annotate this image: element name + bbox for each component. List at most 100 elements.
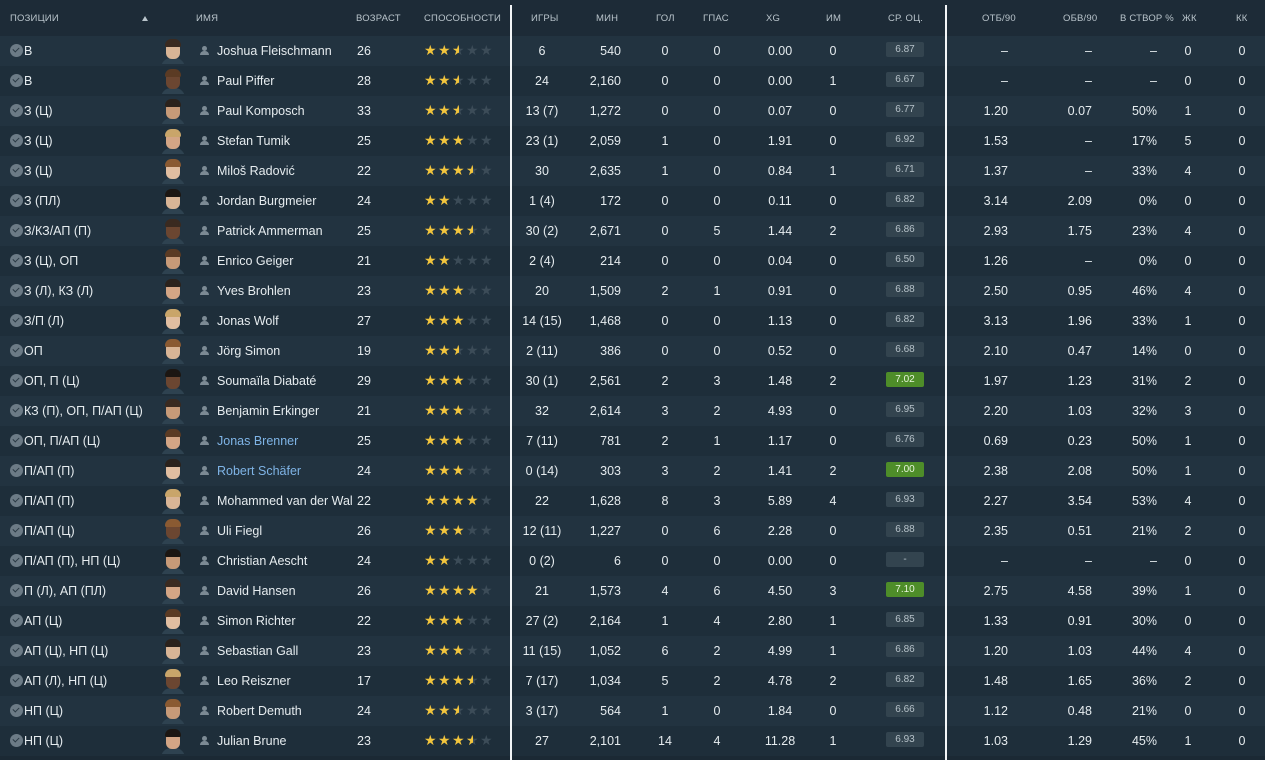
player-name[interactable]: Benjamin Erkinger xyxy=(217,404,353,418)
table-row[interactable]: З (Ц) Stefan Tumik 25 ★ ★ ★ ★ ★ 23 (1) 2,059 1 0 1.9… xyxy=(0,126,1265,156)
table-row[interactable]: З (Ц) Paul Komposch 33 ★ ★ ★ ★ ★ ★ 13 (7) 1,272 0 0 0… xyxy=(0,96,1265,126)
select-checkbox-icon[interactable] xyxy=(10,614,23,627)
table-row[interactable]: АП (Ц) Simon Richter 22 ★ ★ ★ ★ ★ 27 (2) 2,164 1 4 2… xyxy=(0,606,1265,636)
table-row[interactable]: З (Л), КЗ (Л) Yves Brohlen 23 ★ ★ ★ ★ ★ 20 1,509 2… xyxy=(0,276,1265,306)
table-row[interactable]: ОП, П (Ц) Soumaïla Diabaté 29 ★ ★ ★ ★ ★ 30 (1) 2,… xyxy=(0,366,1265,396)
player-name[interactable]: Jörg Simon xyxy=(217,344,353,358)
select-checkbox-icon[interactable] xyxy=(10,74,23,87)
select-checkbox-icon[interactable] xyxy=(10,644,23,657)
player-name[interactable]: Christian Aescht xyxy=(217,554,353,568)
table-row[interactable]: НП (Ц) Julian Brune 23 ★ ★ ★ ★ ★ ★ 27 2,101 14 4 11.2… xyxy=(0,726,1265,756)
select-checkbox-icon[interactable] xyxy=(10,464,23,477)
col-avg-rating-header[interactable]: СР. ОЦ. xyxy=(888,13,923,24)
on-target-cell: – xyxy=(1150,74,1157,88)
select-checkbox-icon[interactable] xyxy=(10,524,23,537)
player-name[interactable]: Robert Demuth xyxy=(217,704,353,718)
player-name[interactable]: Jonas Brenner xyxy=(217,434,353,448)
col-red-header[interactable]: КК xyxy=(1236,13,1247,24)
position-cell: В xyxy=(24,44,33,58)
table-row[interactable]: КЗ (П), ОП, П/АП (Ц) Benjamin Erkinger 21 ★… xyxy=(0,396,1265,426)
select-checkbox-icon[interactable] xyxy=(10,674,23,687)
star-icon: ★ xyxy=(480,462,493,478)
select-checkbox-icon[interactable] xyxy=(10,104,23,117)
table-row[interactable]: З (Ц) Miloš Radović 22 ★ ★ ★ ★ ★ ★ 30 2,635 1 0 0.84 1… xyxy=(0,156,1265,186)
col-goals-header[interactable]: ГОЛ xyxy=(656,13,675,24)
select-checkbox-icon[interactable] xyxy=(10,284,23,297)
player-name[interactable]: Jonas Wolf xyxy=(217,314,353,328)
table-row[interactable]: П/АП (Ц) Uli Fiegl 26 ★ ★ ★ ★ ★ 12 (11) 1,227 0 6 2.… xyxy=(0,516,1265,546)
col-assists-header[interactable]: ГПАС xyxy=(703,13,729,24)
select-checkbox-icon[interactable] xyxy=(10,164,23,177)
player-name[interactable]: Yves Brohlen xyxy=(217,284,353,298)
col-minutes-header[interactable]: МИН xyxy=(596,13,618,24)
table-row[interactable]: П/АП (П), НП (Ц) Christian Aescht 24 ★ ★ ★ ★ ★ 0… xyxy=(0,546,1265,576)
table-row[interactable]: З (Ц), ОП Enrico Geiger 21 ★ ★ ★ ★ ★ 2 (4) 214 0 0 0… xyxy=(0,246,1265,276)
table-row[interactable]: АП (Ц), НП (Ц) Sebastian Gall 23 ★ ★ ★ ★ ★ 11 (1… xyxy=(0,636,1265,666)
select-checkbox-icon[interactable] xyxy=(10,404,23,417)
table-row[interactable]: З/КЗ/АП (П) Patrick Ammerman 25 ★ ★ ★ ★ ★ ★ 30 (2… xyxy=(0,216,1265,246)
select-checkbox-icon[interactable] xyxy=(10,554,23,567)
table-row[interactable]: ОП, П/АП (Ц) Jonas Brenner 25 ★ ★ ★ ★ ★ 7 (11) 78… xyxy=(0,426,1265,456)
player-name[interactable]: Sebastian Gall xyxy=(217,644,353,658)
select-checkbox-icon[interactable] xyxy=(10,374,23,387)
table-row[interactable]: П/АП (П) Robert Schäfer 24 ★ ★ ★ ★ ★ 0 (14) 303 3 2… xyxy=(0,456,1265,486)
table-row[interactable]: З/П (Л) Jonas Wolf 27 ★ ★ ★ ★ ★ 14 (15) 1,468 0 0 1.… xyxy=(0,306,1265,336)
col-yellow-header[interactable]: ЖК xyxy=(1182,13,1197,24)
select-checkbox-icon[interactable] xyxy=(10,434,23,447)
select-checkbox-icon[interactable] xyxy=(10,494,23,507)
player-name[interactable]: Robert Schäfer xyxy=(217,464,353,478)
on-target-cell: 44% xyxy=(1131,644,1157,658)
table-row[interactable]: В Joshua Fleischmann 26 ★ ★ ★ ★ ★ ★ 6 540 0 0 0.00 0 6.… xyxy=(0,36,1265,66)
table-row[interactable]: НП (Ц) Robert Demuth 24 ★ ★ ★ ★ ★ ★ 3 (17) 564 1 0 1.… xyxy=(0,696,1265,726)
col-age-header[interactable]: ВОЗРАСТ xyxy=(356,13,401,24)
col-pom-header[interactable]: ИМ xyxy=(826,13,841,24)
player-name[interactable]: Simon Richter xyxy=(217,614,353,628)
player-name[interactable]: Paul Komposch xyxy=(217,104,353,118)
assists-cell: 0 xyxy=(713,554,721,568)
select-checkbox-icon[interactable] xyxy=(10,584,23,597)
tackles90-cell: 1.26 xyxy=(983,254,1008,268)
goals-cell: 6 xyxy=(661,644,669,658)
select-checkbox-icon[interactable] xyxy=(10,254,23,267)
select-checkbox-icon[interactable] xyxy=(10,734,23,747)
select-checkbox-icon[interactable] xyxy=(10,44,23,57)
col-tackles90-header[interactable]: ОТБ/90 xyxy=(982,13,1016,24)
player-name[interactable]: Stefan Tumik xyxy=(217,134,353,148)
select-checkbox-icon[interactable] xyxy=(10,134,23,147)
table-row[interactable]: З (ПЛ) Jordan Burgmeier 24 ★ ★ ★ ★ ★ 1 (4) 172 0 0 0… xyxy=(0,186,1265,216)
player-name[interactable]: Enrico Geiger xyxy=(217,254,353,268)
player-name[interactable]: Miloš Radović xyxy=(217,164,353,178)
table-row[interactable]: АП (Л), НП (Ц) Leo Reiszner 17 ★ ★ ★ ★ ★ ★ 7 (17)… xyxy=(0,666,1265,696)
col-name-header[interactable]: ИМЯ xyxy=(196,13,218,24)
table-row[interactable]: П/АП (П) Mohammed van der Wal 22 ★ ★ ★ ★ ★ 22 1,6… xyxy=(0,486,1265,516)
player-name[interactable]: Mohammed van der Wal xyxy=(217,494,353,508)
player-name[interactable]: Soumaïla Diabaté xyxy=(217,374,353,388)
player-name[interactable]: Julian Brune xyxy=(217,734,353,748)
select-checkbox-icon[interactable] xyxy=(10,704,23,717)
player-name[interactable]: Leo Reiszner xyxy=(217,674,353,688)
table-row[interactable]: В Paul Piffer 28 ★ ★ ★ ★ ★ ★ 24 2,160 0 0 0.00 1 6.67– –… xyxy=(0,66,1265,96)
col-on-target-header[interactable]: В СТВОР % xyxy=(1120,13,1174,24)
table-row[interactable]: П (Л), АП (ПЛ) David Hansen 26 ★ ★ ★ ★ ★ 21 1,573… xyxy=(0,576,1265,606)
assists-cell: 1 xyxy=(713,284,721,298)
select-checkbox-icon[interactable] xyxy=(10,194,23,207)
col-ability-header[interactable]: СПОСОБНОСТИ xyxy=(424,13,501,24)
player-name[interactable]: Paul Piffer xyxy=(217,74,353,88)
table-row[interactable]: ОП Jörg Simon 19 ★ ★ ★ ★ ★ ★ 2 (11) 386 0 0 0.52 0 6.68… xyxy=(0,336,1265,366)
player-name[interactable]: Uli Fiegl xyxy=(217,524,353,538)
col-dribbles90-header[interactable]: ОБВ/90 xyxy=(1063,13,1097,24)
player-name[interactable]: Joshua Fleischmann xyxy=(217,44,353,58)
sort-ascending-icon[interactable] xyxy=(142,16,148,21)
col-games-header[interactable]: ИГРЫ xyxy=(531,13,559,24)
player-name[interactable]: David Hansen xyxy=(217,584,353,598)
yellow-cards-cell: 1 xyxy=(1184,104,1192,118)
select-checkbox-icon[interactable] xyxy=(10,224,23,237)
col-position-header[interactable]: ПОЗИЦИИ xyxy=(10,13,59,24)
col-xg-header[interactable]: XG xyxy=(766,13,780,24)
on-target-cell: 31% xyxy=(1131,374,1157,388)
player-name[interactable]: Patrick Ammerman xyxy=(217,224,353,238)
select-checkbox-icon[interactable] xyxy=(10,314,23,327)
select-checkbox-icon[interactable] xyxy=(10,344,23,357)
player-name[interactable]: Jordan Burgmeier xyxy=(217,194,353,208)
minutes-cell: 2,160 xyxy=(589,74,621,88)
